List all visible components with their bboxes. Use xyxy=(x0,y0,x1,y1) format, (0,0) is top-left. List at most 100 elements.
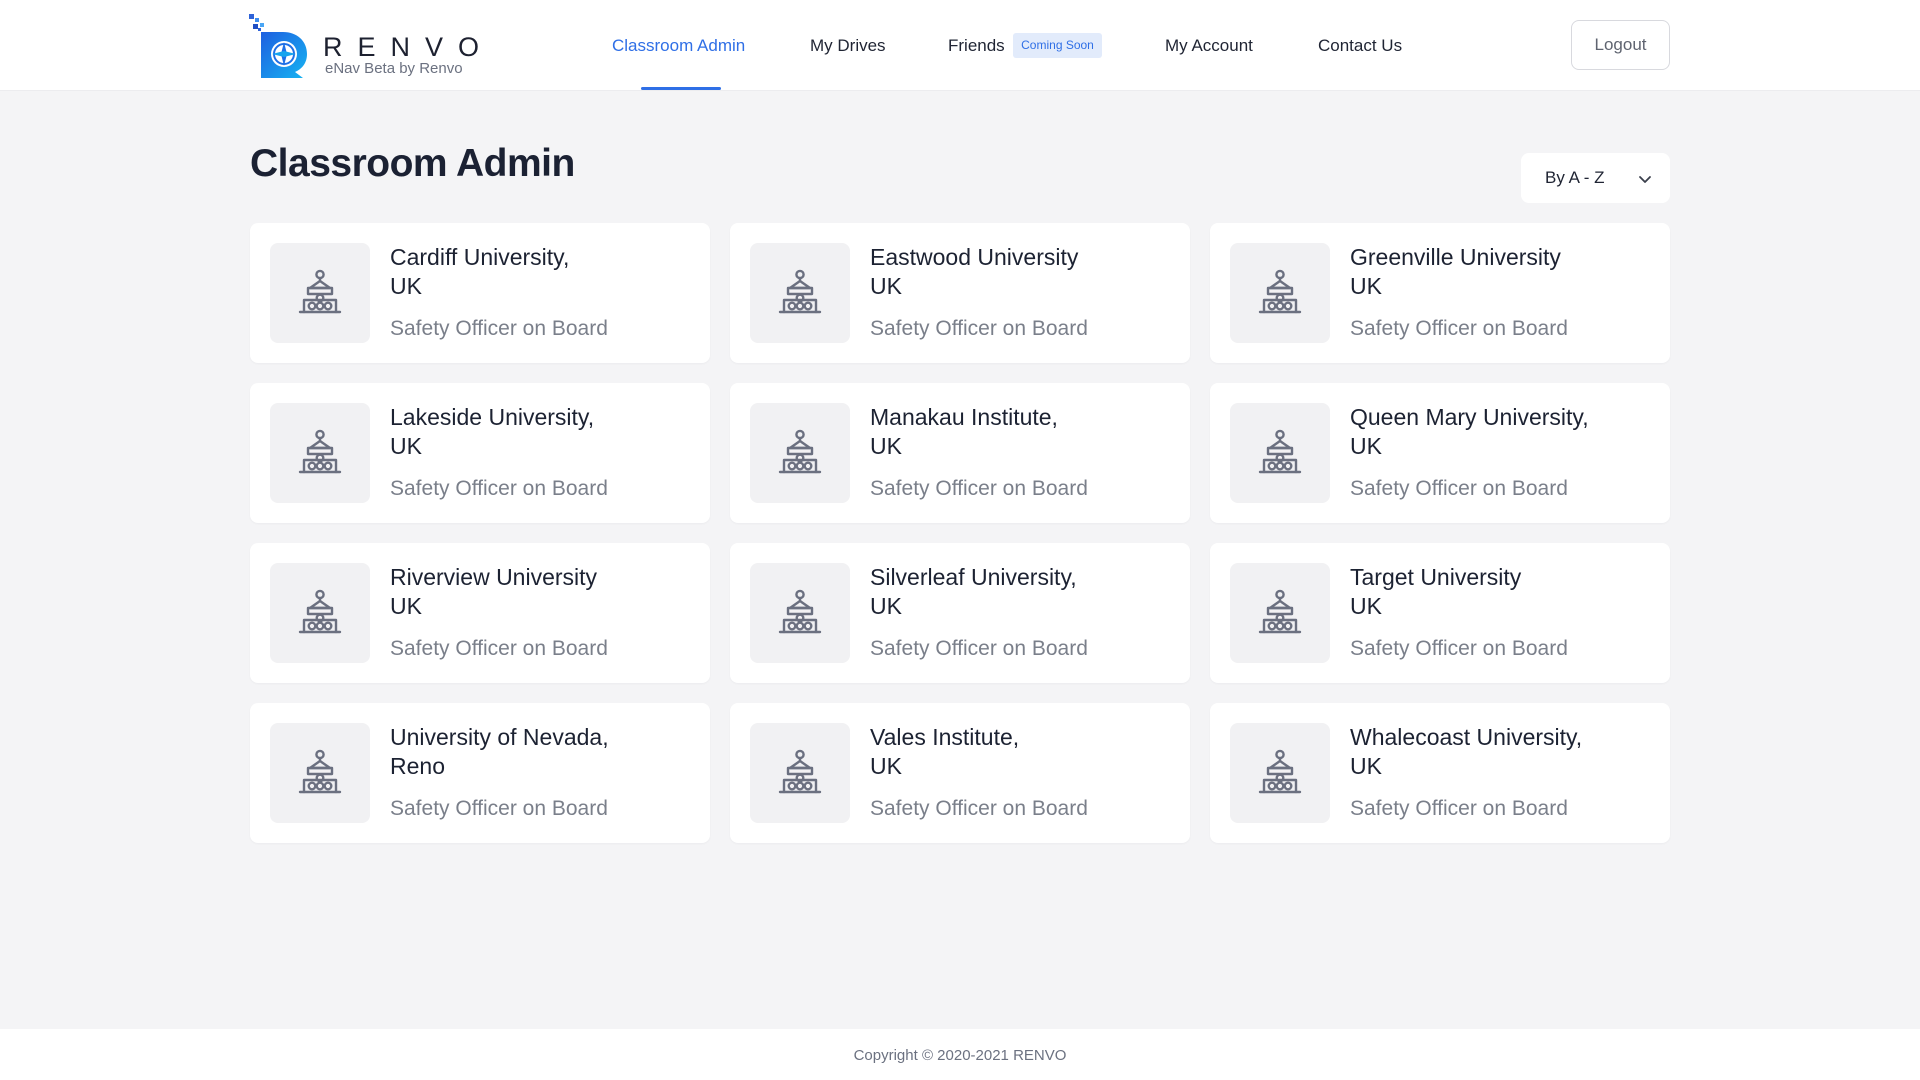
sort-selected-value: By A - Z xyxy=(1545,168,1605,187)
classroom-subtitle: Safety Officer on Board xyxy=(390,317,608,340)
classroom-card[interactable]: Greenville University UK Safety Officer … xyxy=(1210,223,1670,363)
classroom-name-line2: UK xyxy=(1350,753,1382,779)
classroom-thumbnail xyxy=(750,403,850,503)
classroom-card[interactable]: Whalecoast University, UK Safety Officer… xyxy=(1210,703,1670,843)
building-icon xyxy=(1258,589,1302,634)
classroom-name: Manakau Institute, UK xyxy=(870,403,1150,461)
classroom-thumbnail xyxy=(750,243,850,343)
classroom-name: Cardiff University, UK xyxy=(390,243,670,301)
classroom-thumbnail xyxy=(1230,243,1330,343)
building-icon xyxy=(778,269,822,314)
classroom-name: University of Nevada, Reno xyxy=(390,723,670,781)
classroom-subtitle: Safety Officer on Board xyxy=(1350,637,1568,660)
classroom-name: Target University UK xyxy=(1350,563,1630,621)
classroom-thumbnail xyxy=(270,723,370,823)
logout-button[interactable]: Logout xyxy=(1571,20,1670,70)
brand-subtitle: eNav Beta by Renvo xyxy=(325,60,463,77)
classroom-subtitle: Safety Officer on Board xyxy=(390,797,608,820)
classroom-name-line2: UK xyxy=(1350,273,1382,299)
page-title: Classroom Admin xyxy=(250,142,575,185)
classroom-thumbnail xyxy=(750,723,850,823)
classroom-name-line2: Reno xyxy=(390,753,445,779)
classroom-name-line1: Vales Institute, xyxy=(870,724,1020,750)
sort-select[interactable]: By A - Z xyxy=(1521,153,1670,203)
classroom-name-line2: UK xyxy=(1350,433,1382,459)
classroom-name-line2: UK xyxy=(870,273,902,299)
classroom-subtitle: Safety Officer on Board xyxy=(870,637,1088,660)
classroom-name-line2: UK xyxy=(870,753,902,779)
classroom-thumbnail xyxy=(1230,403,1330,503)
classroom-subtitle: Safety Officer on Board xyxy=(870,797,1088,820)
classroom-name-line2: UK xyxy=(870,433,902,459)
classroom-card[interactable]: Eastwood University UK Safety Officer on… xyxy=(730,223,1190,363)
classroom-name-line1: Lakeside University, xyxy=(390,404,595,430)
copyright-text: Copyright © 2020-2021 RENVO xyxy=(853,1047,1067,1064)
coming-soon-badge: Coming Soon xyxy=(1013,33,1102,58)
classroom-name-line1: University of Nevada, xyxy=(390,724,609,750)
classroom-subtitle: Safety Officer on Board xyxy=(870,477,1088,500)
classroom-subtitle: Safety Officer on Board xyxy=(390,637,608,660)
building-icon xyxy=(778,589,822,634)
classroom-card[interactable]: Manakau Institute, UK Safety Officer on … xyxy=(730,383,1190,523)
classroom-name-line1: Target University xyxy=(1350,564,1522,590)
nav-contact-us[interactable]: Contact Us xyxy=(1318,0,1402,90)
classroom-subtitle: Safety Officer on Board xyxy=(390,477,608,500)
classroom-name-line2: UK xyxy=(1350,593,1382,619)
classroom-card[interactable]: Queen Mary University, UK Safety Officer… xyxy=(1210,383,1670,523)
classroom-card[interactable]: University of Nevada, Reno Safety Office… xyxy=(250,703,710,843)
classroom-thumbnail xyxy=(750,563,850,663)
classroom-name-line2: UK xyxy=(390,433,422,459)
building-icon xyxy=(298,269,342,314)
classroom-card[interactable]: Riverview University UK Safety Officer o… xyxy=(250,543,710,683)
classroom-thumbnail xyxy=(270,403,370,503)
classroom-card[interactable]: Vales Institute, UK Safety Officer on Bo… xyxy=(730,703,1190,843)
building-icon xyxy=(778,429,822,474)
classroom-name-line1: Greenville University xyxy=(1350,244,1561,270)
building-icon xyxy=(778,749,822,794)
building-icon xyxy=(1258,269,1302,314)
classroom-name-line1: Manakau Institute, xyxy=(870,404,1058,430)
nav-classroom-admin[interactable]: Classroom Admin xyxy=(612,0,745,90)
classroom-name-line2: UK xyxy=(870,593,902,619)
classroom-name: Lakeside University, UK xyxy=(390,403,670,461)
classroom-name-line2: UK xyxy=(390,593,422,619)
nav-my-drives[interactable]: My Drives xyxy=(810,0,886,90)
classroom-name: Vales Institute, UK xyxy=(870,723,1150,781)
building-icon xyxy=(1258,429,1302,474)
classroom-card[interactable]: Target University UK Safety Officer on B… xyxy=(1210,543,1670,683)
classroom-name-line2: UK xyxy=(390,273,422,299)
classroom-subtitle: Safety Officer on Board xyxy=(1350,797,1568,820)
classroom-thumbnail xyxy=(1230,563,1330,663)
active-nav-indicator xyxy=(641,87,721,90)
footer: Copyright © 2020-2021 RENVO xyxy=(0,1029,1920,1080)
classroom-name: Riverview University UK xyxy=(390,563,670,621)
classroom-name-line1: Silverleaf University, xyxy=(870,564,1077,590)
brand-logo-link[interactable]: RENVO eNav Beta by Renvo xyxy=(249,14,499,78)
classroom-name-line1: Riverview University xyxy=(390,564,598,590)
classroom-thumbnail xyxy=(270,243,370,343)
classroom-subtitle: Safety Officer on Board xyxy=(870,317,1088,340)
classroom-thumbnail xyxy=(1230,723,1330,823)
classroom-name: Queen Mary University, UK xyxy=(1350,403,1630,461)
classroom-card[interactable]: Silverleaf University, UK Safety Officer… xyxy=(730,543,1190,683)
brand-name: RENVO xyxy=(323,32,495,62)
building-icon xyxy=(298,589,342,634)
classroom-subtitle: Safety Officer on Board xyxy=(1350,477,1568,500)
classroom-name-line1: Whalecoast University, xyxy=(1350,724,1583,750)
nav-my-account[interactable]: My Account xyxy=(1165,0,1253,90)
classroom-card[interactable]: Lakeside University, UK Safety Officer o… xyxy=(250,383,710,523)
building-icon xyxy=(1258,749,1302,794)
classroom-name: Silverleaf University, UK xyxy=(870,563,1150,621)
nav-friends[interactable]: Friends xyxy=(948,0,1005,90)
classroom-name: Eastwood University UK xyxy=(870,243,1150,301)
classroom-name-line1: Cardiff University, xyxy=(390,244,570,270)
classroom-thumbnail xyxy=(270,563,370,663)
classroom-name: Whalecoast University, UK xyxy=(1350,723,1630,781)
building-icon xyxy=(298,749,342,794)
building-icon xyxy=(298,429,342,474)
chevron-down-icon xyxy=(1639,176,1651,183)
classroom-name: Greenville University UK xyxy=(1350,243,1630,301)
classroom-subtitle: Safety Officer on Board xyxy=(1350,317,1568,340)
top-header: RENVO eNav Beta by Renvo Classroom Admin… xyxy=(0,0,1920,90)
classroom-card[interactable]: Cardiff University, UK Safety Officer on… xyxy=(250,223,710,363)
